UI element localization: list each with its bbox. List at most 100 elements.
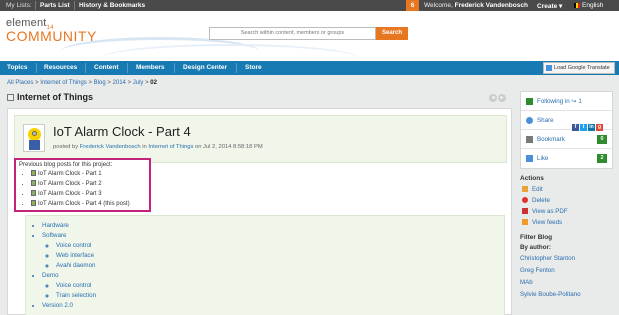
- post-title: IoT Alarm Clock - Part 4: [53, 124, 191, 139]
- pdf-icon: [522, 208, 528, 214]
- breadcrumb-sep: >: [145, 80, 149, 86]
- avatar-body: [29, 140, 40, 150]
- notification-badge[interactable]: 6: [406, 0, 419, 11]
- site-header: element14 COMMUNITY Search within conten…: [0, 11, 619, 61]
- nav-store[interactable]: Store: [245, 64, 262, 71]
- breadcrumb-blog[interactable]: Blog: [94, 80, 106, 86]
- toc-avahi-daemon[interactable]: Avahi daemon: [56, 261, 504, 271]
- following-label: Following in: [537, 98, 570, 105]
- view-pdf-label: View as PDF: [532, 208, 568, 215]
- toc-voice-control[interactable]: Voice control: [56, 241, 504, 251]
- breadcrumb-all-places[interactable]: All Places: [7, 80, 33, 86]
- like-label: Like: [537, 155, 549, 162]
- author-link[interactable]: Frederick Vandenbosch: [80, 144, 141, 150]
- author-filter-link[interactable]: Greg Fenton: [520, 265, 613, 277]
- place-icon: [7, 94, 14, 102]
- avatar-goggle: [32, 131, 37, 136]
- author-filter-link[interactable]: Sylvie Boube-Politano: [520, 289, 613, 301]
- thumbs-up-icon: [526, 155, 533, 162]
- toc-software[interactable]: Software: [42, 232, 66, 239]
- toc-version[interactable]: Version 2.0: [42, 301, 504, 311]
- translate-label: Load Google Translate: [554, 65, 610, 71]
- document-icon: [31, 190, 36, 197]
- flag-icon: [574, 2, 580, 8]
- view-feeds-action[interactable]: View feeds: [520, 217, 613, 228]
- filter-blog: By author: Christopher Stanton Greg Fent…: [520, 243, 613, 301]
- like-row[interactable]: Like 2: [521, 149, 612, 168]
- delete-icon: [522, 197, 528, 203]
- create-menu[interactable]: Create ▾: [537, 2, 562, 10]
- search-button[interactable]: Search: [376, 27, 408, 40]
- following-row[interactable]: Following in ↪ 1: [521, 92, 612, 111]
- toc-hardware[interactable]: Hardware: [42, 221, 504, 231]
- avatar[interactable]: [23, 124, 45, 152]
- previous-post-link[interactable]: IoT Alarm Clock - Part 1: [38, 171, 102, 177]
- meta-posted-by: posted by: [53, 144, 79, 150]
- toc-demo-item: Demo Voice control Train selection: [42, 271, 504, 301]
- post-date: on Jul 2, 2014 8:58:18 PM: [194, 144, 263, 150]
- delete-action[interactable]: Delete: [520, 195, 613, 206]
- nav-resources[interactable]: Resources: [44, 64, 77, 71]
- breadcrumb-sep: >: [107, 80, 111, 86]
- google-icon: [546, 64, 552, 71]
- language-selector[interactable]: English: [574, 2, 603, 9]
- following-count: 1: [578, 98, 582, 105]
- user-name-link[interactable]: Frederick Vandenbosch: [455, 2, 528, 9]
- bookmark-icon: [526, 136, 533, 143]
- breadcrumb-current: 02: [150, 80, 157, 86]
- by-author-label: By author:: [520, 244, 551, 251]
- breadcrumb-sep: >: [35, 80, 39, 86]
- author-filter-link[interactable]: Christopher Stanton: [520, 253, 613, 265]
- list-item[interactable]: IoT Alarm Clock - Part 2: [31, 179, 146, 189]
- breadcrumb-internet-of-things[interactable]: Internet of Things: [40, 80, 87, 86]
- divider: [236, 63, 237, 73]
- parts-list-link[interactable]: Parts List: [40, 2, 70, 9]
- meta-in: in: [142, 144, 147, 150]
- bookmark-label: Bookmark: [537, 136, 565, 143]
- toc-software-item: Software Voice control Web interface Ava…: [42, 231, 504, 271]
- toc-demo-voice-control[interactable]: Voice control: [56, 281, 504, 291]
- author-filter-link[interactable]: MAb: [520, 277, 613, 289]
- edit-action[interactable]: Edit: [520, 184, 613, 195]
- toc-demo-list: Voice control Train selection: [56, 281, 504, 301]
- divider: [74, 1, 75, 10]
- toc-web-interface[interactable]: Web interface: [56, 251, 504, 261]
- toc-train-selection[interactable]: Train selection: [56, 291, 504, 301]
- share-row[interactable]: Share f t in g: [521, 111, 612, 131]
- prev-post-button[interactable]: ◂: [489, 94, 497, 102]
- list-item[interactable]: IoT Alarm Clock - Part 4 (this post): [31, 199, 146, 209]
- document-icon: [31, 180, 36, 187]
- history-bookmarks-link[interactable]: History & Bookmarks: [79, 2, 145, 9]
- previous-post-link[interactable]: IoT Alarm Clock - Part 3: [38, 191, 102, 197]
- breadcrumb-month[interactable]: July: [133, 80, 144, 86]
- sidebar: Following in ↪ 1 Share f t in g Bookmark 0 …: [520, 91, 613, 301]
- logo-community[interactable]: COMMUNITY: [6, 28, 97, 44]
- breadcrumb-year[interactable]: 2014: [113, 80, 126, 86]
- next-post-button[interactable]: ▸: [498, 94, 506, 102]
- view-feeds-label: View feeds: [532, 219, 563, 226]
- bookmark-count: 0: [597, 135, 607, 144]
- list-item[interactable]: IoT Alarm Clock - Part 1: [31, 169, 146, 179]
- document-icon: [31, 200, 36, 207]
- view-pdf-action[interactable]: View as PDF: [520, 206, 613, 217]
- page-title: Internet of Things: [7, 92, 93, 102]
- previous-posts-list: IoT Alarm Clock - Part 1 IoT Alarm Clock…: [31, 169, 146, 209]
- search-input[interactable]: Search within content, members or groups: [209, 27, 376, 40]
- previous-post-link[interactable]: IoT Alarm Clock - Part 4 (this post): [38, 201, 130, 207]
- place-link[interactable]: Internet of Things: [148, 144, 193, 150]
- list-item[interactable]: IoT Alarm Clock - Part 3: [31, 189, 146, 199]
- nav-content[interactable]: Content: [94, 64, 119, 71]
- nav-design-center[interactable]: Design Center: [183, 64, 227, 71]
- google-translate-button[interactable]: Load Google Translate: [543, 62, 615, 74]
- bookmark-row[interactable]: Bookmark 0: [521, 130, 612, 149]
- top-bar: My Lists: Parts List History & Bookmarks…: [0, 0, 619, 11]
- nav-topics[interactable]: Topics: [7, 64, 27, 71]
- nav-members[interactable]: Members: [136, 64, 165, 71]
- previous-posts-box: Previous blog posts for this project: Io…: [14, 158, 151, 212]
- breadcrumb-sep: >: [127, 80, 132, 86]
- previous-post-link[interactable]: IoT Alarm Clock - Part 2: [38, 181, 102, 187]
- delete-label: Delete: [532, 197, 550, 204]
- my-lists-label: My Lists:: [6, 2, 32, 9]
- like-count: 2: [597, 154, 607, 163]
- toc-demo[interactable]: Demo: [42, 272, 59, 279]
